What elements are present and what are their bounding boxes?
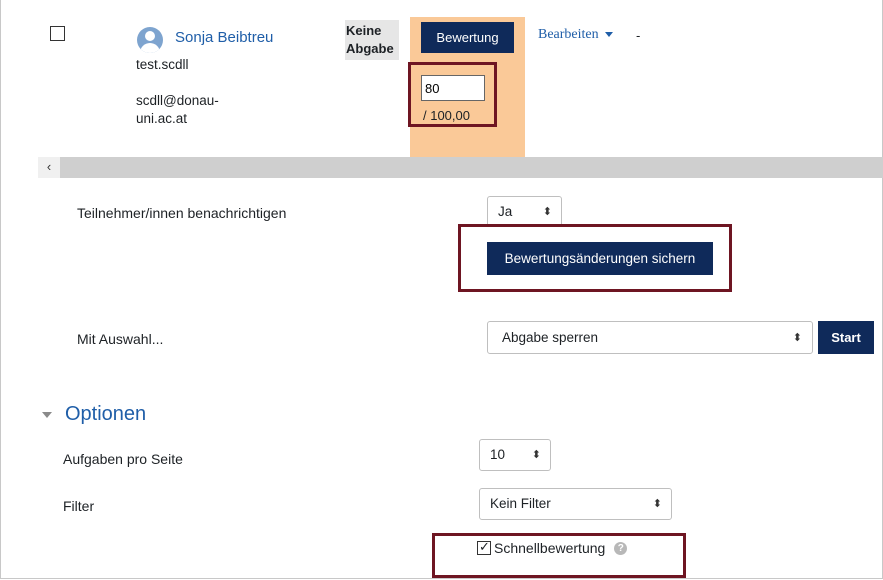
status-line2: Abgabe <box>346 41 394 56</box>
annotation-box-quick-grading <box>432 533 686 578</box>
edit-menu-label: Bearbeiten <box>538 27 599 42</box>
user-email-line2: uni.ac.at <box>136 111 188 126</box>
avatar-head <box>145 31 155 41</box>
user-name-link[interactable]: Sonja Beibtreu <box>175 29 273 46</box>
submission-status: Keine Abgabe <box>346 22 394 58</box>
select-arrows-icon: ⬍ <box>542 206 552 218</box>
filter-label: Filter <box>63 498 95 514</box>
select-arrows-icon: ⬍ <box>652 498 662 510</box>
notify-label: Teilnehmer/innen benachrichtigen <box>77 205 287 221</box>
scroll-left-button[interactable]: ‹ <box>38 157 60 178</box>
bulk-action-select[interactable]: Abgabe sperren ⬍ <box>487 321 813 354</box>
bulk-action-value: Abgabe sperren <box>502 330 599 345</box>
chevron-down-icon <box>604 32 613 38</box>
filter-select[interactable]: Kein Filter ⬍ <box>479 488 672 520</box>
notify-select[interactable]: Ja ⬍ <box>487 196 562 227</box>
row-select-checkbox[interactable] <box>50 26 65 41</box>
collapse-caret-icon[interactable] <box>42 412 52 418</box>
per-page-label: Aufgaben pro Seite <box>63 451 183 467</box>
start-button[interactable]: Start <box>818 321 874 354</box>
grade-button[interactable]: Bewertung <box>421 22 514 53</box>
options-section-title[interactable]: Optionen <box>65 403 146 426</box>
user-username: test.scdll <box>136 57 189 72</box>
bulk-action-label: Mit Auswahl... <box>77 331 164 347</box>
per-page-select[interactable]: 10 ⬍ <box>479 439 551 471</box>
notify-select-value: Ja <box>498 204 513 219</box>
last-modified-dash: - <box>636 28 641 43</box>
user-avatar[interactable] <box>137 27 163 53</box>
edit-menu-link[interactable]: Bearbeiten <box>538 27 613 43</box>
per-page-value: 10 <box>490 447 506 462</box>
status-line1: Keine <box>346 23 382 38</box>
annotation-box-grade <box>408 62 497 127</box>
filter-value: Kein Filter <box>490 496 551 511</box>
select-arrows-icon: ⬍ <box>531 449 541 461</box>
avatar-body <box>140 43 160 53</box>
select-arrows-icon: ⬍ <box>792 332 802 344</box>
user-email-line1: scdll@donau- <box>136 93 219 108</box>
annotation-box-save <box>458 224 732 292</box>
horizontal-scrollbar[interactable] <box>38 157 883 178</box>
